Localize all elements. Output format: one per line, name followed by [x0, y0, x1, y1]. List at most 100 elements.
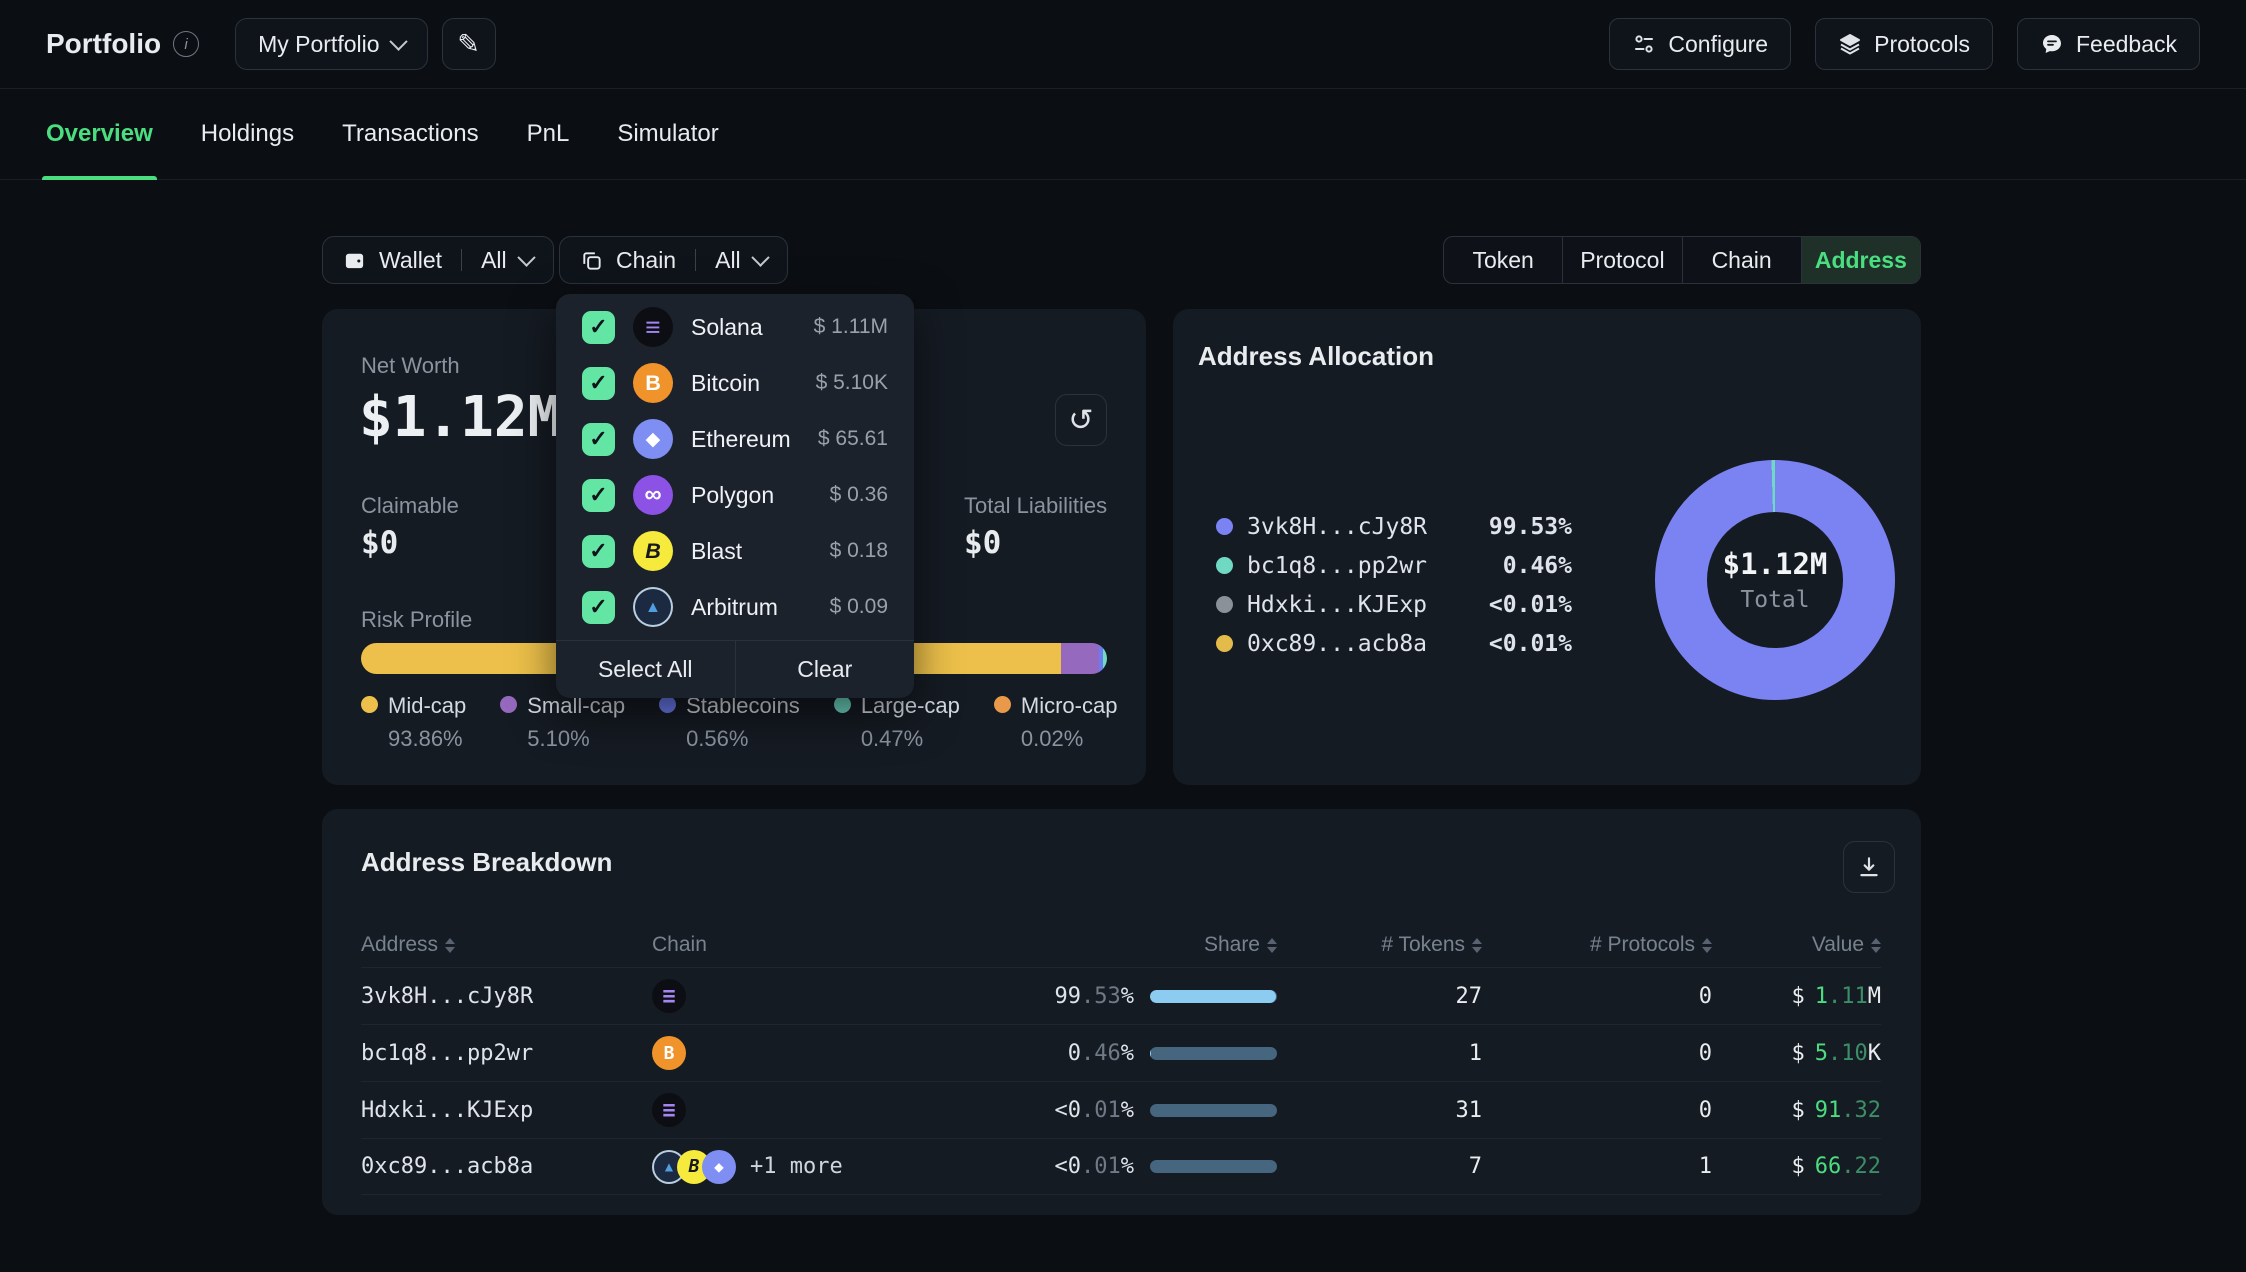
- tab-simulator[interactable]: Simulator: [617, 89, 718, 179]
- view-toggle-token[interactable]: Token: [1444, 237, 1562, 283]
- select-all-button[interactable]: Select All: [556, 641, 735, 698]
- tab-overview[interactable]: Overview: [46, 89, 153, 179]
- tab-holdings[interactable]: Holdings: [201, 89, 294, 179]
- portfolio-selector-label: My Portfolio: [258, 31, 379, 58]
- donut-total-label: Total: [1740, 587, 1809, 613]
- checkbox-checked[interactable]: ✓: [582, 591, 615, 624]
- dropdown-item-ethereum[interactable]: ✓ Ethereum $ 65.61: [556, 411, 914, 467]
- chain-name: Blast: [691, 538, 812, 565]
- share-bar: [1150, 990, 1277, 1003]
- bitcoin-icon: [633, 363, 673, 403]
- configure-button[interactable]: Configure: [1609, 18, 1791, 70]
- chat-bubble-icon: [2040, 32, 2064, 56]
- column-header-protocols[interactable]: # Protocols: [1482, 933, 1712, 957]
- download-button[interactable]: [1843, 841, 1895, 893]
- risk-legend-item: Small-cap 5.10%: [500, 693, 625, 752]
- claimable-label: Claimable: [361, 493, 459, 519]
- address-allocation-title: Address Allocation: [1198, 341, 1434, 372]
- wallet-filter-chip[interactable]: Wallet All: [322, 236, 554, 284]
- feedback-button[interactable]: Feedback: [2017, 18, 2200, 70]
- row-address: 3vk8H...cJy8R: [361, 984, 652, 1009]
- table-row[interactable]: bc1q8...pp2wr 0.46% 1 0 $5.10K: [361, 1024, 1881, 1081]
- checkbox-checked[interactable]: ✓: [582, 535, 615, 568]
- wallet-filter-value: All: [481, 247, 507, 274]
- chip-divider: [695, 249, 696, 271]
- chip-divider: [461, 249, 462, 271]
- column-header-tokens[interactable]: # Tokens: [1277, 933, 1482, 957]
- row-address: Hdxki...KJExp: [361, 1098, 652, 1123]
- address-breakdown-card: Address Breakdown Address Chain Share: [322, 809, 1921, 1215]
- view-toggle-address[interactable]: Address: [1801, 237, 1920, 283]
- column-header-address[interactable]: Address: [361, 933, 652, 957]
- configure-label: Configure: [1668, 31, 1768, 58]
- share-bar: [1150, 1047, 1277, 1060]
- view-toggle-protocol[interactable]: Protocol: [1562, 237, 1681, 283]
- allocation-share: <0.01%: [1472, 631, 1572, 657]
- clear-button[interactable]: Clear: [735, 641, 915, 698]
- risk-legend-pct: 0.56%: [686, 726, 800, 752]
- legend-dot: [1216, 557, 1233, 574]
- sort-icon: [1871, 938, 1881, 953]
- dropdown-item-blast[interactable]: ✓ Blast $ 0.18: [556, 523, 914, 579]
- chain-value: $ 5.10K: [816, 371, 888, 395]
- chevron-down-icon: [751, 248, 769, 266]
- legend-dot: [500, 696, 517, 713]
- checkbox-checked[interactable]: ✓: [582, 423, 615, 456]
- tab-pnl[interactable]: PnL: [527, 89, 570, 179]
- table-row[interactable]: Hdxki...KJExp <0.01% 31 0 $91.32: [361, 1081, 1881, 1138]
- checkbox-checked[interactable]: ✓: [582, 311, 615, 344]
- column-header-chain: Chain: [652, 933, 982, 957]
- allocation-share: 99.53%: [1472, 514, 1572, 540]
- edit-portfolio-button[interactable]: ✎: [442, 18, 496, 70]
- allocation-legend-item: 0xc89...acb8a <0.01%: [1216, 624, 1572, 663]
- risk-legend-label: Mid-cap: [388, 693, 466, 719]
- row-chains: [652, 979, 982, 1013]
- legend-dot: [659, 696, 676, 713]
- chain-name: Polygon: [691, 482, 812, 509]
- protocols-button[interactable]: Protocols: [1815, 18, 1993, 70]
- risk-legend-item: Micro-cap 0.02%: [994, 693, 1118, 752]
- portfolio-dashboard: Portfolio i My Portfolio ✎ Configure: [0, 0, 2246, 1272]
- donut-center: $1.12M Total: [1707, 512, 1843, 648]
- column-header-share[interactable]: Share: [982, 933, 1277, 957]
- chain-name: Ethereum: [691, 426, 800, 453]
- row-address: 0xc89...acb8a: [361, 1154, 652, 1179]
- checkbox-checked[interactable]: ✓: [582, 479, 615, 512]
- donut-total-value: $1.12M: [1723, 547, 1828, 581]
- dropdown-item-polygon[interactable]: ✓ Polygon $ 0.36: [556, 467, 914, 523]
- dropdown-item-arbitrum[interactable]: ✓ Arbitrum $ 0.09: [556, 579, 914, 635]
- legend-dot: [361, 696, 378, 713]
- refresh-button[interactable]: ↺: [1055, 394, 1107, 446]
- table-row[interactable]: 3vk8H...cJy8R 99.53% 27 0 $1.11M: [361, 967, 1881, 1024]
- legend-dot: [994, 696, 1011, 713]
- feedback-label: Feedback: [2076, 31, 2177, 58]
- allocation-address: 0xc89...acb8a: [1247, 631, 1472, 657]
- dropdown-item-solana[interactable]: ✓ Solana $ 1.11M: [556, 299, 914, 355]
- chevron-down-icon: [389, 32, 407, 50]
- chain-name: Solana: [691, 314, 796, 341]
- wallet-filter-label: Wallet: [379, 247, 442, 274]
- row-tokens: 1: [1277, 1041, 1482, 1066]
- refresh-icon: ↺: [1068, 403, 1093, 438]
- portfolio-selector[interactable]: My Portfolio: [235, 18, 427, 70]
- checkbox-checked[interactable]: ✓: [582, 367, 615, 400]
- row-protocols: 0: [1482, 984, 1712, 1009]
- view-toggle: Token Protocol Chain Address: [1443, 236, 1921, 284]
- row-value: $91.32: [1712, 1098, 1881, 1123]
- dropdown-footer: Select All Clear: [556, 640, 914, 698]
- polygon-icon: [633, 475, 673, 515]
- column-header-value[interactable]: Value: [1712, 933, 1881, 957]
- net-worth-label: Net Worth: [361, 353, 460, 379]
- ethereum-icon: [702, 1150, 736, 1184]
- tab-transactions[interactable]: Transactions: [342, 89, 479, 179]
- solana-icon: [652, 979, 686, 1013]
- row-tokens: 27: [1277, 984, 1482, 1009]
- wallet-icon: [343, 249, 366, 272]
- chain-value: $ 0.09: [830, 595, 888, 619]
- dropdown-item-bitcoin[interactable]: ✓ Bitcoin $ 5.10K: [556, 355, 914, 411]
- chain-filter-chip[interactable]: Chain All: [559, 236, 788, 284]
- row-protocols: 0: [1482, 1098, 1712, 1123]
- row-tokens: 7: [1277, 1154, 1482, 1179]
- table-row[interactable]: 0xc89...acb8a +1 more <0.01% 7 1 $66.22: [361, 1138, 1881, 1195]
- view-toggle-chain[interactable]: Chain: [1682, 237, 1801, 283]
